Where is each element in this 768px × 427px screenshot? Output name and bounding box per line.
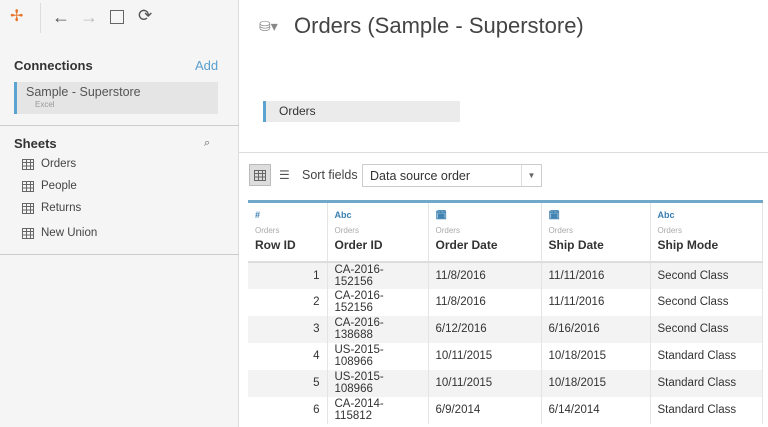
table-cell: 6/14/2014 (541, 396, 651, 424)
table-cell: Standard Class (650, 369, 763, 397)
table-row: 4 US-2015-108966 10/11/2015 10/18/2015 Stand… (248, 342, 763, 370)
table-row: 1 CA-2016-152156 11/8/2016 11/11/2016 Second… (248, 261, 763, 289)
column-name: Row ID (255, 238, 296, 252)
refresh-icon[interactable]: ⟳ (138, 6, 152, 26)
table-cell: 4 (248, 342, 328, 370)
sheet-item-orders[interactable]: Orders (22, 158, 76, 170)
number-type-icon[interactable]: # (255, 210, 320, 224)
table-cell: 10/18/2015 (541, 369, 651, 397)
table-cell: 11/11/2016 (541, 261, 651, 289)
column-source: Orders (435, 226, 460, 235)
column-source: Orders (255, 226, 280, 235)
table-cell: US-2015-108966 (327, 342, 429, 370)
sort-fields-dropdown[interactable]: Data source order ▼ (362, 164, 542, 187)
column-name: Ship Mode (657, 238, 719, 252)
sheet-label: Orders (41, 158, 77, 170)
table-cell: Standard Class (650, 396, 763, 424)
divider (0, 254, 239, 255)
table-cell: 3 (248, 315, 328, 343)
table-cell: 10/11/2015 (428, 342, 542, 370)
table-row: 6 CA-2014-115812 6/9/2014 6/14/2014 Standard… (248, 396, 763, 424)
table-cell: 2 (248, 288, 328, 316)
database-icon[interactable]: ⛁▾ (259, 18, 278, 35)
new-union-label: New Union (41, 227, 98, 239)
table-row: 5 US-2015-108966 10/11/2015 10/18/2015 Stand… (248, 369, 763, 397)
new-union-item[interactable]: New Union (22, 227, 97, 239)
table-cell: 6/16/2016 (541, 315, 651, 343)
grid-view-button[interactable] (249, 164, 271, 186)
divider (40, 3, 41, 33)
table-cell: 10/11/2015 (428, 369, 542, 397)
string-type-icon[interactable]: Abc (658, 210, 755, 224)
sort-fields-label: Sort fields (302, 168, 358, 182)
table-cell: US-2015-108966 (327, 369, 429, 397)
sheet-item-people[interactable]: People (22, 180, 77, 192)
table-cell: 10/18/2015 (541, 342, 651, 370)
column-name: Order Date (435, 238, 498, 252)
table-cell: CA-2016-152156 (327, 261, 429, 289)
column-header[interactable]: # Orders Row ID (248, 200, 328, 263)
column-name: Ship Date (548, 238, 604, 252)
toolbar: ✢ ← → ⟳ (0, 0, 239, 36)
table-cell: CA-2014-115812 (327, 396, 429, 424)
table-cell: 11/11/2016 (541, 288, 651, 316)
table-cell: Second Class (650, 288, 763, 316)
page-title: Orders (Sample - Superstore) (294, 13, 584, 38)
sheet-label: People (41, 180, 77, 192)
column-header[interactable]: 🗓︎ Orders Order Date (428, 200, 542, 263)
sort-value: Data source order (370, 169, 471, 183)
canvas-table-orders[interactable]: Orders (263, 101, 460, 122)
tableau-logo-icon[interactable]: ✢ (10, 6, 23, 26)
calendar-icon: 🗓︎ (435, 210, 447, 220)
divider (239, 152, 768, 153)
table-row: 3 CA-2016-138688 6/12/2016 6/16/2016 Second … (248, 315, 763, 343)
sheet-item-returns[interactable]: Returns (22, 202, 81, 214)
table-cell: 5 (248, 369, 328, 397)
divider (0, 125, 239, 126)
column-header[interactable]: Abc Orders Ship Mode (650, 200, 763, 263)
table-icon (22, 158, 34, 170)
connection-type: Excel (35, 100, 55, 109)
column-source: Orders (548, 226, 573, 235)
grid-icon (254, 169, 266, 181)
table-cell: 11/8/2016 (428, 261, 542, 289)
table-cell: 6/12/2016 (428, 315, 542, 343)
sheet-label: Returns (41, 202, 82, 214)
list-view-icon[interactable]: ☰ (279, 168, 290, 182)
table-cell: 6 (248, 396, 328, 424)
column-name: Order ID (334, 238, 383, 252)
sidebar: ✢ ← → ⟳ Connections Add Sample - Superst… (0, 0, 239, 427)
table-cell: 11/8/2016 (428, 288, 542, 316)
union-icon (22, 227, 34, 239)
table-cell: CA-2016-138688 (327, 315, 429, 343)
connection-name: Sample - Superstore (26, 85, 141, 99)
table-cell: CA-2016-152156 (327, 288, 429, 316)
string-type-icon[interactable]: Abc (335, 210, 421, 224)
search-icon[interactable]: ⌕ (204, 137, 210, 150)
column-source: Orders (334, 226, 359, 235)
table-cell: 6/9/2014 (428, 396, 542, 424)
column-header[interactable]: 🗓︎ Orders Ship Date (541, 200, 651, 263)
table-row: 2 CA-2016-152156 11/8/2016 11/11/2016 Second… (248, 288, 763, 316)
table-icon (22, 180, 34, 192)
chevron-down-icon: ▼ (521, 165, 541, 186)
table-cell: Second Class (650, 261, 763, 289)
sheets-heading: Sheets (14, 136, 57, 151)
add-connection-link[interactable]: Add (195, 58, 218, 73)
table-cell: Second Class (650, 315, 763, 343)
forward-icon[interactable]: → (80, 7, 98, 28)
table-cell: 1 (248, 261, 328, 289)
connections-heading: Connections (14, 58, 93, 73)
table-icon (22, 202, 34, 214)
calendar-icon: 🗓︎ (548, 210, 560, 220)
column-source: Orders (657, 226, 682, 235)
data-grid: # Orders Row ID Abc Orders Order ID 🗓︎ Orders Or… (248, 200, 763, 424)
back-icon[interactable]: ← (52, 7, 70, 28)
save-icon[interactable] (110, 10, 124, 24)
column-header[interactable]: Abc Orders Order ID (327, 200, 429, 263)
table-cell: Standard Class (650, 342, 763, 370)
connection-item[interactable]: Sample - Superstore Excel (14, 82, 218, 114)
